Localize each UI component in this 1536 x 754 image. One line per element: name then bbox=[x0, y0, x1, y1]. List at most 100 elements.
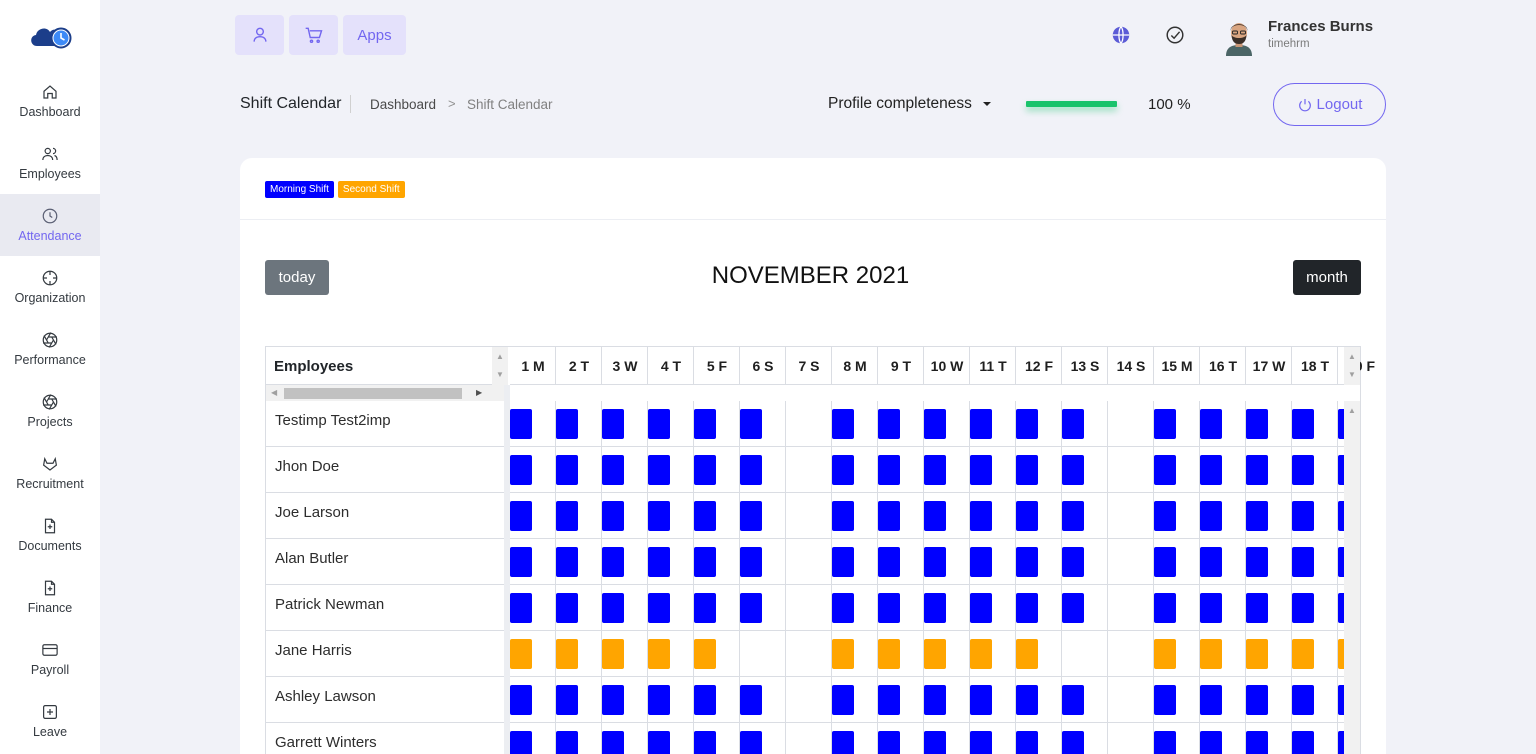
shift-event-morning[interactable] bbox=[970, 731, 992, 754]
sidebar-item-attendance[interactable]: Attendance bbox=[0, 194, 100, 256]
shift-event-morning[interactable] bbox=[1016, 501, 1038, 531]
shift-event-morning[interactable] bbox=[1292, 731, 1314, 754]
employee-row[interactable]: Jhon Doe bbox=[266, 447, 504, 493]
shift-event-morning[interactable] bbox=[740, 593, 762, 623]
sidebar-item-leave[interactable]: Leave bbox=[0, 690, 100, 752]
shift-event-morning[interactable] bbox=[924, 731, 946, 754]
shift-event-morning[interactable] bbox=[694, 547, 716, 577]
shift-event-second[interactable] bbox=[924, 639, 946, 669]
shift-event-second[interactable] bbox=[832, 639, 854, 669]
day-header-scrollbar[interactable]: ▲ ▼ bbox=[1344, 347, 1360, 385]
shift-event-morning[interactable] bbox=[970, 501, 992, 531]
check-circle-icon[interactable] bbox=[1164, 24, 1186, 46]
shift-event-morning[interactable] bbox=[1200, 685, 1222, 715]
shift-event-morning[interactable] bbox=[602, 409, 624, 439]
shift-event-morning[interactable] bbox=[602, 731, 624, 754]
shift-event-morning[interactable] bbox=[1200, 455, 1222, 485]
shift-event-second[interactable] bbox=[1016, 639, 1038, 669]
shift-event-morning[interactable] bbox=[602, 593, 624, 623]
cart-button[interactable] bbox=[289, 15, 338, 55]
shift-event-morning[interactable] bbox=[924, 685, 946, 715]
scroll-down-arrow-icon[interactable]: ▼ bbox=[496, 371, 504, 379]
logout-button[interactable]: Logout bbox=[1273, 83, 1386, 126]
sidebar-item-employees[interactable]: Employees bbox=[0, 132, 100, 194]
globe-icon[interactable] bbox=[1110, 24, 1132, 46]
shift-event-morning[interactable] bbox=[556, 593, 578, 623]
shift-event-morning[interactable] bbox=[510, 593, 532, 623]
shift-event-morning[interactable] bbox=[1292, 685, 1314, 715]
resource-horizontal-scrollbar[interactable]: ◀ ▶ bbox=[266, 385, 508, 401]
shift-event-morning[interactable] bbox=[1016, 731, 1038, 754]
shift-event-morning[interactable] bbox=[1200, 731, 1222, 754]
shift-event-morning[interactable] bbox=[1246, 685, 1268, 715]
scroll-left-arrow-icon[interactable]: ◀ bbox=[271, 389, 277, 397]
employee-row[interactable]: Ashley Lawson bbox=[266, 677, 504, 723]
shift-event-second[interactable] bbox=[510, 639, 532, 669]
shift-event-morning[interactable] bbox=[740, 409, 762, 439]
shift-event-second[interactable] bbox=[694, 639, 716, 669]
sidebar-item-recruitment[interactable]: Recruitment bbox=[0, 442, 100, 504]
shift-event-morning[interactable] bbox=[648, 685, 670, 715]
shift-event-morning[interactable] bbox=[1062, 593, 1084, 623]
shift-event-morning[interactable] bbox=[1016, 409, 1038, 439]
shift-event-morning[interactable] bbox=[510, 685, 532, 715]
shift-event-second[interactable] bbox=[602, 639, 624, 669]
shift-event-second[interactable] bbox=[1200, 639, 1222, 669]
shift-event-morning[interactable] bbox=[924, 593, 946, 623]
shift-event-morning[interactable] bbox=[1292, 547, 1314, 577]
shift-event-morning[interactable] bbox=[648, 455, 670, 485]
scroll-up-arrow-icon[interactable]: ▲ bbox=[496, 353, 504, 361]
shift-event-morning[interactable] bbox=[602, 685, 624, 715]
shift-event-morning[interactable] bbox=[648, 731, 670, 754]
shift-event-second[interactable] bbox=[1246, 639, 1268, 669]
shift-event-morning[interactable] bbox=[694, 731, 716, 754]
shift-event-morning[interactable] bbox=[1154, 731, 1176, 754]
app-logo[interactable] bbox=[0, 0, 100, 70]
employee-row[interactable]: Garrett Winters bbox=[266, 723, 504, 754]
shift-event-morning[interactable] bbox=[832, 501, 854, 531]
employee-row[interactable]: Jane Harris bbox=[266, 631, 504, 677]
shift-event-morning[interactable] bbox=[694, 409, 716, 439]
shift-event-second[interactable] bbox=[1292, 639, 1314, 669]
employee-row[interactable]: Joe Larson bbox=[266, 493, 504, 539]
shift-event-morning[interactable] bbox=[1200, 593, 1222, 623]
shift-event-morning[interactable] bbox=[924, 547, 946, 577]
shift-event-morning[interactable] bbox=[602, 547, 624, 577]
shift-event-morning[interactable] bbox=[1154, 593, 1176, 623]
shift-event-morning[interactable] bbox=[1246, 547, 1268, 577]
shift-event-morning[interactable] bbox=[1062, 685, 1084, 715]
resource-header-scrollbar[interactable]: ▲ ▼ bbox=[492, 347, 508, 385]
employee-row[interactable]: Patrick Newman bbox=[266, 585, 504, 631]
shift-event-morning[interactable] bbox=[878, 409, 900, 439]
shift-event-morning[interactable] bbox=[1062, 501, 1084, 531]
shift-event-morning[interactable] bbox=[832, 455, 854, 485]
shift-event-morning[interactable] bbox=[1154, 501, 1176, 531]
shift-event-morning[interactable] bbox=[648, 409, 670, 439]
shift-event-morning[interactable] bbox=[924, 409, 946, 439]
shift-event-morning[interactable] bbox=[740, 547, 762, 577]
shift-event-morning[interactable] bbox=[1246, 455, 1268, 485]
scroll-up-arrow-icon[interactable]: ▲ bbox=[1348, 353, 1356, 361]
shift-event-morning[interactable] bbox=[510, 501, 532, 531]
shift-event-morning[interactable] bbox=[740, 685, 762, 715]
shift-event-morning[interactable] bbox=[694, 501, 716, 531]
scroll-right-arrow-icon[interactable]: ▶ bbox=[476, 389, 482, 397]
shift-event-morning[interactable] bbox=[556, 547, 578, 577]
scrollbar-thumb[interactable] bbox=[284, 388, 462, 399]
breadcrumb-dashboard-link[interactable]: Dashboard bbox=[370, 97, 436, 112]
profile-completeness-dropdown[interactable]: Profile completeness bbox=[828, 95, 992, 113]
shift-event-morning[interactable] bbox=[878, 501, 900, 531]
shift-event-morning[interactable] bbox=[510, 547, 532, 577]
shift-event-morning[interactable] bbox=[1292, 455, 1314, 485]
shift-event-morning[interactable] bbox=[694, 685, 716, 715]
shift-event-morning[interactable] bbox=[1016, 593, 1038, 623]
shift-event-morning[interactable] bbox=[878, 685, 900, 715]
shift-event-morning[interactable] bbox=[1016, 685, 1038, 715]
shift-event-morning[interactable] bbox=[1154, 455, 1176, 485]
sidebar-item-payroll[interactable]: Payroll bbox=[0, 628, 100, 690]
shift-event-morning[interactable] bbox=[878, 455, 900, 485]
sidebar-item-projects[interactable]: Projects bbox=[0, 380, 100, 442]
shift-event-morning[interactable] bbox=[878, 547, 900, 577]
shift-event-second[interactable] bbox=[970, 639, 992, 669]
shift-event-morning[interactable] bbox=[924, 501, 946, 531]
